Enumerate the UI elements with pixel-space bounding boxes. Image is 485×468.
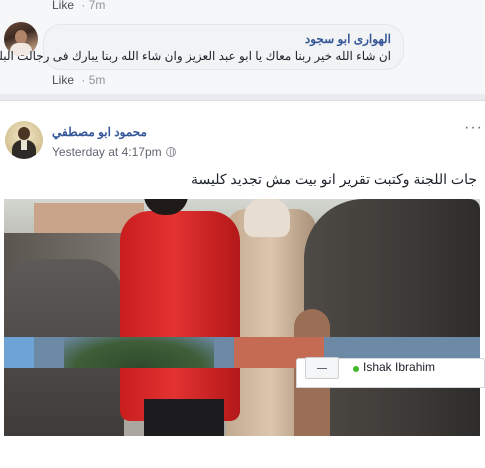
minimize-chat-button[interactable] <box>305 357 339 379</box>
post-author-avatar[interactable] <box>5 121 43 159</box>
comments-section: Like · 7m الهوارى ابو سجود ان شاء الله خ… <box>0 0 485 94</box>
post-author-name[interactable]: محمود ابو مصطفي <box>52 125 147 139</box>
comment-author[interactable]: الهوارى ابو سجود <box>305 32 391 46</box>
chat-tab[interactable]: Ishak Ibrahim <box>296 357 485 388</box>
globe-icon <box>165 147 176 157</box>
comment-bubble: الهوارى ابو سجود ان شاء الله خير ربنا مع… <box>0 24 404 70</box>
post-text: جات اللجنة وكتبت تقرير انو بيت مش تجديد … <box>190 171 477 187</box>
more-options-icon[interactable]: ··· <box>464 120 483 136</box>
comment-text: ان شاء الله خير ربنا معاك يا ابو عبد الع… <box>0 49 391 63</box>
like-link[interactable]: Like <box>52 0 74 12</box>
post-photo[interactable] <box>4 199 480 436</box>
previous-comment-actions: Like · 7m <box>52 0 106 12</box>
comment-actions: Like · 5m <box>52 73 106 87</box>
comment-time[interactable]: 7m <box>89 0 106 12</box>
post-timestamp[interactable]: Yesterday at 4:17pm <box>52 145 162 159</box>
chat-contact-name[interactable]: Ishak Ibrahim <box>363 360 435 374</box>
post-timestamp-row: Yesterday at 4:17pm <box>52 145 176 159</box>
feed-page: Like · 7m الهوارى ابو سجود ان شاء الله خ… <box>0 0 485 468</box>
like-link[interactable]: Like <box>52 73 74 87</box>
comment-time[interactable]: 5m <box>89 73 106 87</box>
post-card: محمود ابو مصطفي Yesterday at 4:17pm ··· … <box>0 100 485 468</box>
online-status-icon <box>353 366 359 372</box>
